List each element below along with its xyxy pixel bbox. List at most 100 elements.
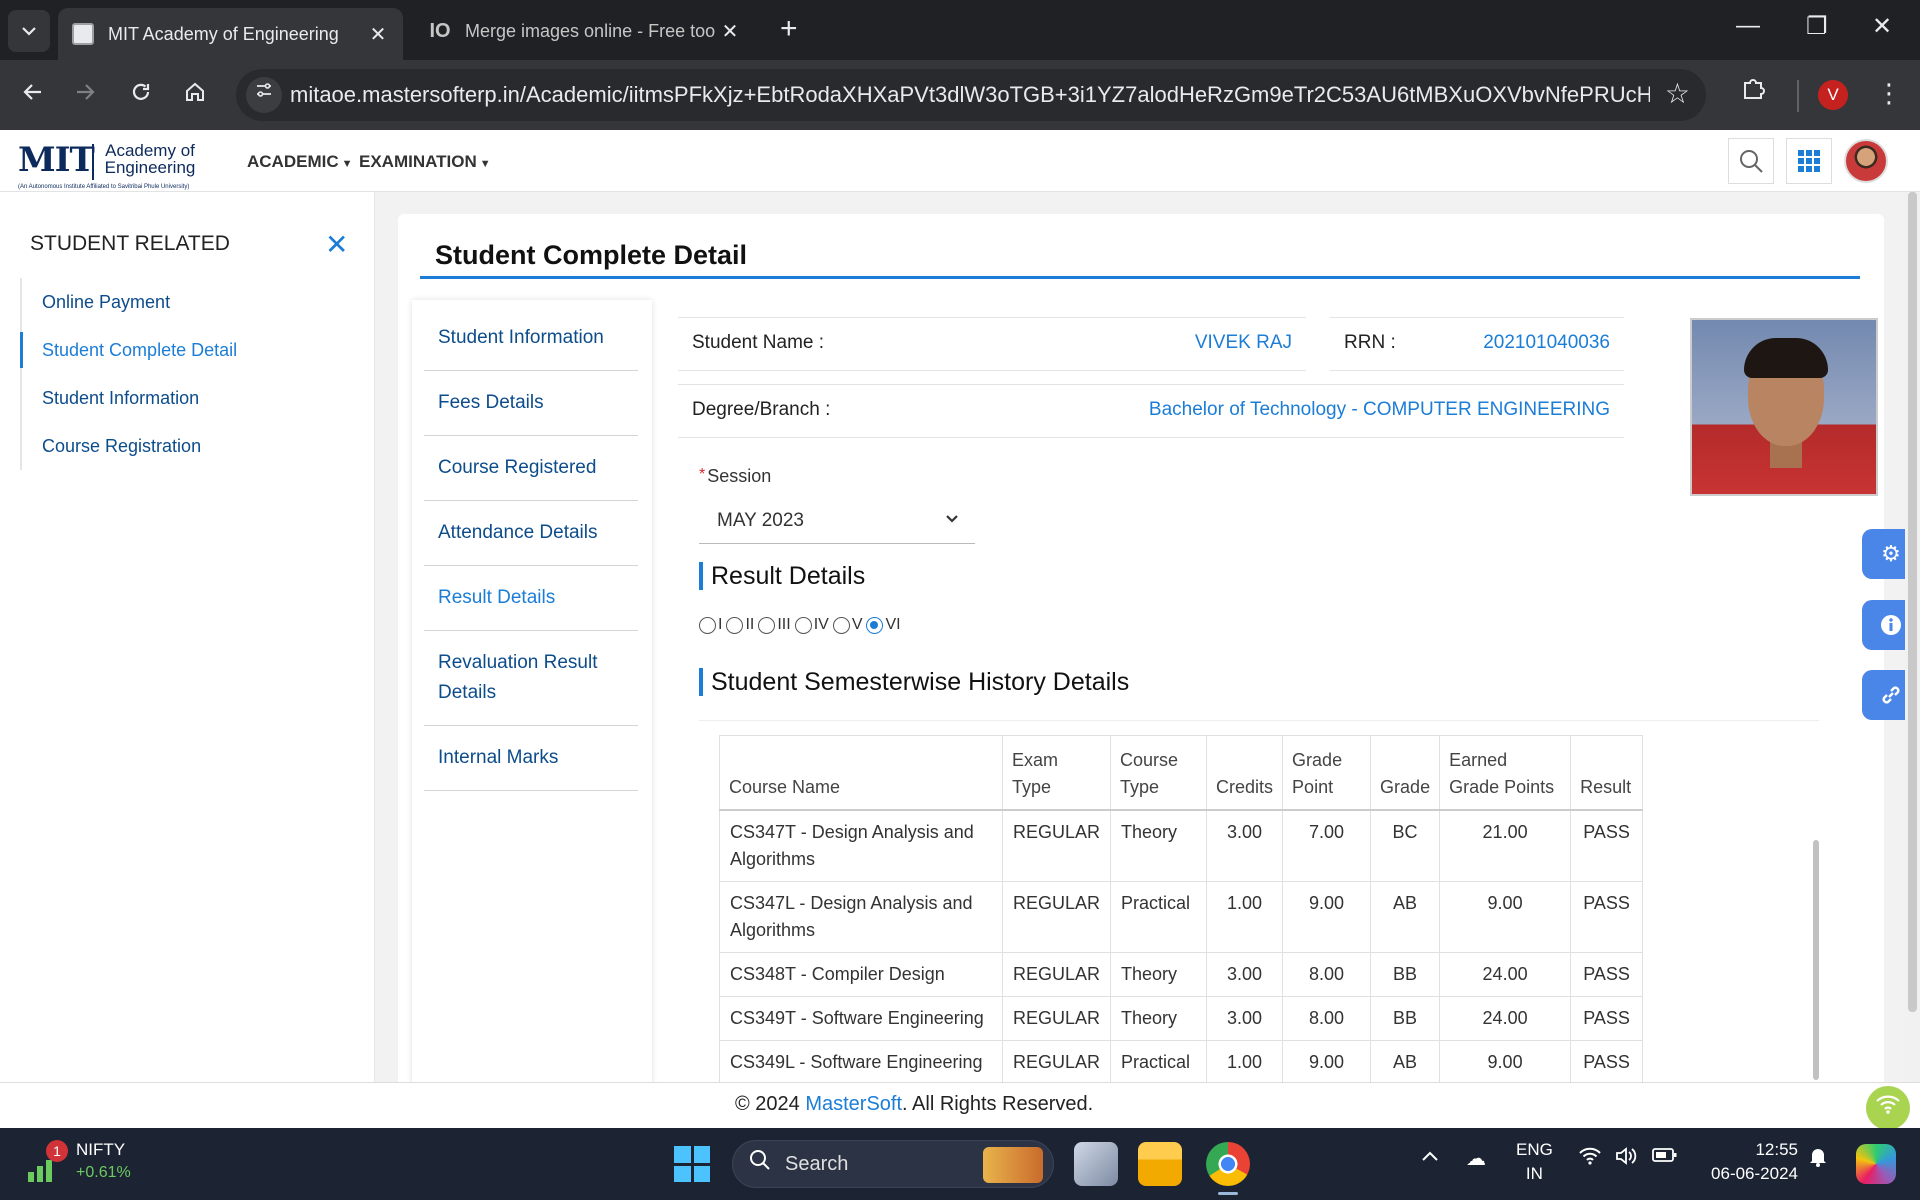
new-tab-button[interactable]: +: [780, 12, 798, 46]
exam-type-cell: REGULAR: [1001, 951, 1112, 997]
semester-radio-vi[interactable]: VI: [866, 616, 901, 634]
tab-course-registered[interactable]: Course Registered: [424, 436, 638, 501]
site-info-icon[interactable]: [246, 77, 282, 113]
course-name-cell: CS348T - Compiler Design: [719, 951, 1003, 997]
tab-title: Merge images online - Free too: [465, 20, 716, 41]
sidebar-item-course-registration[interactable]: Course Registration: [22, 422, 320, 470]
close-tab-icon[interactable]: ✕: [367, 22, 389, 47]
browser-tab-active[interactable]: MIT Academy of Engineering ✕: [58, 8, 403, 60]
nifty-widget[interactable]: 1 NIFTY +0.61%: [26, 1138, 166, 1190]
table-scrollbar[interactable]: [1813, 840, 1819, 1080]
course-type-cell: Practical: [1110, 1039, 1208, 1085]
info-icon: [1881, 615, 1901, 635]
browser-toolbar: mitaoe.mastersofterp.in/Academic/iitmsPF…: [0, 60, 1920, 130]
wifi-status-icon[interactable]: [1866, 1086, 1910, 1130]
task-view-icon[interactable]: [1074, 1142, 1118, 1186]
close-tab-icon[interactable]: ✕: [719, 19, 741, 44]
tab-search-button[interactable]: [8, 10, 50, 52]
back-icon[interactable]: [14, 76, 52, 114]
browser-tab[interactable]: IO Merge images online - Free too ✕: [415, 8, 755, 54]
chevron-up-icon[interactable]: [1420, 1146, 1440, 1169]
tab-result-details[interactable]: Result Details: [424, 566, 638, 631]
search-highlight-image: [983, 1147, 1043, 1183]
tab-fees-details[interactable]: Fees Details: [424, 371, 638, 436]
user-avatar[interactable]: [1844, 139, 1888, 183]
apps-grid-button[interactable]: [1786, 138, 1832, 184]
battery-icon[interactable]: [1652, 1146, 1678, 1169]
menu-examination[interactable]: EXAMINATION ▼: [359, 152, 491, 172]
earned-grade-points-cell: 24.00: [1439, 995, 1572, 1041]
extensions-icon[interactable]: [1740, 74, 1768, 109]
restore-icon[interactable]: ❐: [1806, 12, 1828, 41]
close-sidebar-icon[interactable]: ✕: [325, 228, 348, 261]
start-button[interactable]: [674, 1146, 710, 1182]
reload-icon[interactable]: [122, 76, 160, 114]
grade-cell: BB: [1370, 995, 1441, 1041]
bookmark-star-icon[interactable]: ☆: [1665, 77, 1690, 110]
tab-student-information[interactable]: Student Information: [424, 306, 638, 371]
taskbar-search[interactable]: Search: [732, 1140, 1054, 1188]
sidebar-item-online-payment[interactable]: Online Payment: [22, 278, 320, 326]
mastersoft-link[interactable]: MasterSoft: [805, 1093, 902, 1115]
taskbar-clock[interactable]: 12:55 06-06-2024: [1700, 1138, 1798, 1186]
forward-icon[interactable]: [66, 76, 104, 114]
menu-academic[interactable]: ACADEMIC ▼: [247, 152, 353, 172]
app-header: MIT Academy of Engineering (An Autonomous…: [0, 130, 1920, 192]
language-indicator[interactable]: ENG IN: [1516, 1138, 1553, 1186]
semester-radio-i[interactable]: I: [699, 616, 722, 634]
file-explorer-icon[interactable]: [1138, 1142, 1182, 1186]
student-name-value: VIVEK RAJ: [1194, 332, 1292, 353]
address-bar[interactable]: mitaoe.mastersofterp.in/Academic/iitmsPF…: [236, 69, 1706, 121]
site-favicon-icon: [72, 23, 94, 45]
onedrive-icon[interactable]: ☁: [1466, 1146, 1486, 1171]
degree-label: Degree/Branch :: [692, 399, 831, 420]
rrn-row: RRN : 202101040036: [1330, 317, 1624, 371]
link-icon: [1882, 686, 1900, 704]
browser-tab-strip: MIT Academy of Engineering ✕ IO Merge im…: [0, 0, 1920, 60]
wifi-icon[interactable]: [1578, 1146, 1602, 1172]
tab-attendance-details[interactable]: Attendance Details: [424, 501, 638, 566]
header-search-button[interactable]: [1728, 138, 1774, 184]
home-icon[interactable]: [176, 76, 214, 114]
notification-badge: 1: [46, 1140, 68, 1162]
sidebar-item-student-complete-detail[interactable]: Student Complete Detail: [20, 326, 320, 374]
page-scrollbar[interactable]: [1905, 192, 1920, 1082]
page-title: Student Complete Detail: [435, 240, 748, 270]
volume-icon[interactable]: [1614, 1146, 1638, 1172]
copilot-icon[interactable]: [1856, 1144, 1896, 1184]
minimize-icon[interactable]: —: [1736, 12, 1760, 40]
semester-radio-iv[interactable]: IV: [794, 616, 829, 634]
chrome-icon[interactable]: [1206, 1142, 1250, 1195]
close-window-icon[interactable]: ✕: [1872, 12, 1892, 41]
rrn-value: 202101040036: [1483, 332, 1610, 353]
tab-internal-marks[interactable]: Internal Marks: [424, 726, 638, 791]
mit-logo[interactable]: MIT Academy of Engineering (An Autonomous…: [18, 140, 208, 190]
exam-type-cell: REGULAR: [1001, 995, 1112, 1041]
semester-radio-v[interactable]: V: [832, 616, 862, 634]
credits-cell: 1.00: [1206, 1039, 1284, 1085]
bell-icon[interactable]: [1808, 1146, 1828, 1174]
history-table-container[interactable]: Course Name Exam Type Course Type Credit…: [699, 720, 1819, 1094]
course-name-cell: CS349L - Software Engineering: [719, 1039, 1003, 1085]
earned-grade-points-cell: 9.00: [1439, 1039, 1572, 1085]
grade-cell: AB: [1370, 1039, 1441, 1085]
browser-menu-icon[interactable]: ⋮: [1876, 78, 1902, 109]
exam-type-cell: REGULAR: [1001, 1039, 1112, 1085]
result-cell: PASS: [1570, 1039, 1644, 1085]
semester-radio-ii[interactable]: II: [726, 616, 754, 634]
semester-radio-iii[interactable]: III: [758, 616, 791, 634]
session-select[interactable]: MAY 2023: [699, 500, 975, 544]
toolbar-divider: [1797, 80, 1799, 112]
tab-revaluation-result-details[interactable]: Revaluation Result Details: [424, 631, 638, 726]
grid-icon: [1798, 150, 1820, 172]
caret-down-icon: ▼: [341, 158, 353, 170]
widget-change: +0.61%: [76, 1164, 131, 1181]
chevron-down-icon: [945, 508, 959, 529]
degree-value: Bachelor of Technology - COMPUTER ENGINE…: [1148, 399, 1610, 420]
result-details-heading: Result Details: [699, 562, 865, 590]
sidebar-item-student-information[interactable]: Student Information: [22, 374, 320, 422]
col-grade: Grade: [1370, 735, 1441, 811]
grade-point-cell: 9.00: [1282, 1039, 1372, 1085]
page-footer: © 2024 MasterSoft. All Rights Reserved.: [0, 1082, 1920, 1128]
profile-avatar[interactable]: V: [1818, 80, 1848, 110]
